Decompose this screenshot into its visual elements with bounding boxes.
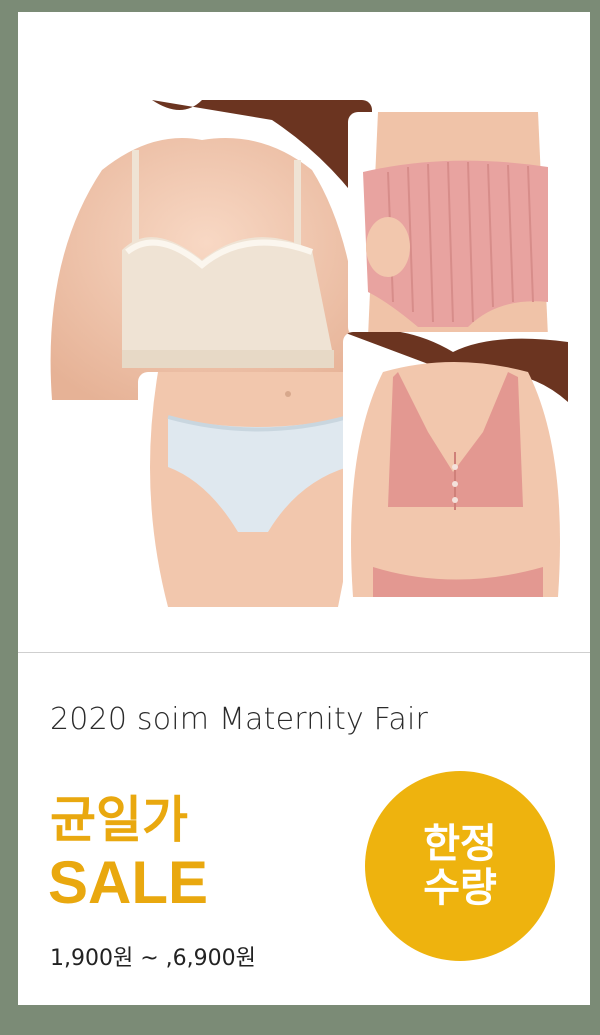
badge-line-1: 한정 bbox=[423, 822, 497, 866]
badge-line-2: 수량 bbox=[423, 866, 497, 910]
light-blue-panties-photo bbox=[138, 372, 368, 607]
price-range: 1,900원 ~ ,6,900원 bbox=[50, 946, 256, 971]
sale-headline-english: SALE bbox=[48, 849, 209, 916]
pink-front-button-bra-photo bbox=[343, 332, 568, 597]
divider bbox=[18, 652, 590, 653]
banner-card[interactable]: 2020 soim Maternity Fair 균일가 SALE 1,900원… bbox=[18, 12, 590, 1005]
event-subtitle: 2020 soim Maternity Fair bbox=[50, 702, 429, 737]
sale-headline-korean: 균일가 bbox=[50, 792, 188, 848]
pink-maternity-briefs-photo bbox=[348, 112, 553, 337]
limited-quantity-badge: 한정 수량 bbox=[365, 771, 555, 961]
product-collage bbox=[18, 12, 590, 652]
cream-nursing-bra-photo bbox=[32, 100, 372, 400]
